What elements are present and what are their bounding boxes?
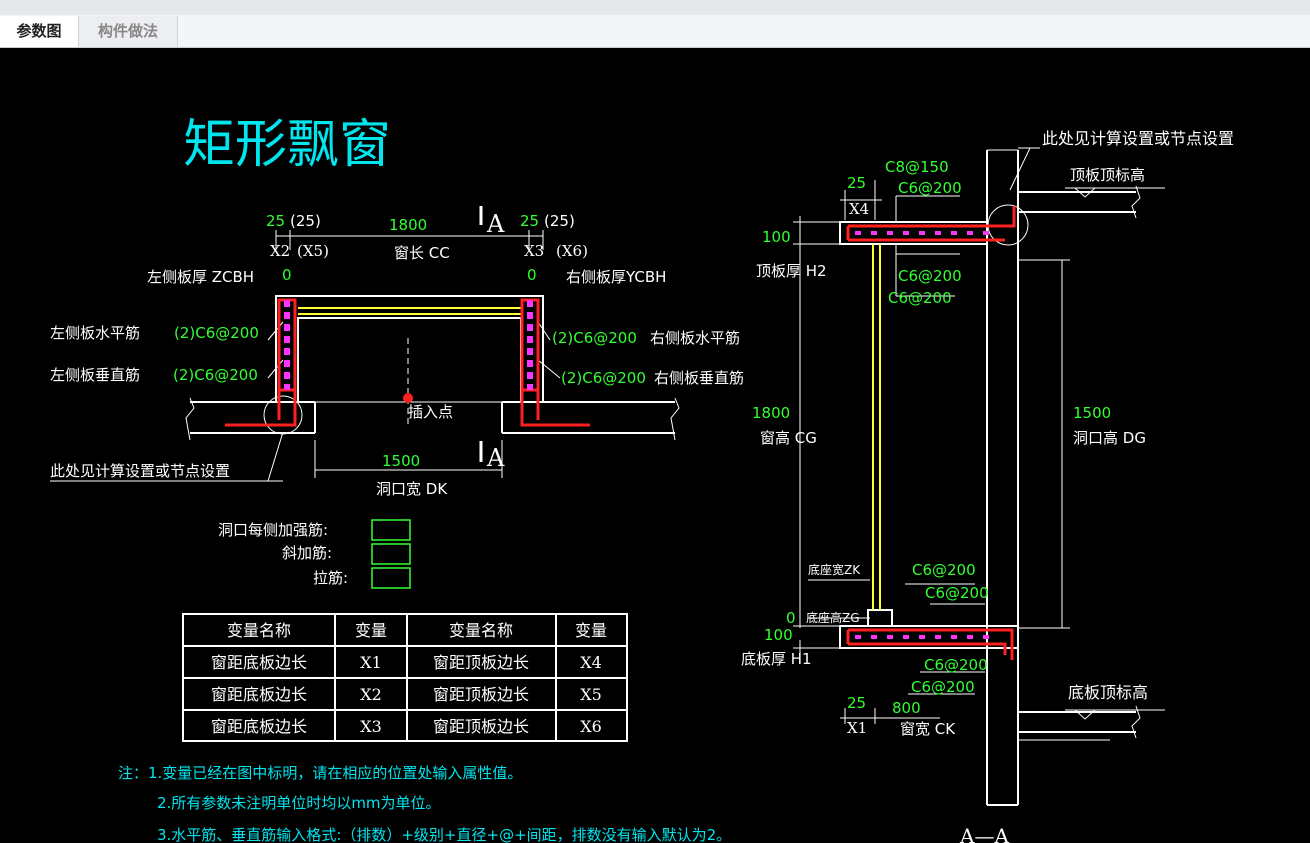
- left-horizontal-rebar-label: 左侧板水平筋: [50, 324, 140, 342]
- opening-height-label: 洞口高 DG: [1073, 429, 1146, 447]
- dim-left-25-paren: (25): [290, 212, 321, 230]
- top-c8-rebar: C8@150: [885, 158, 949, 176]
- window-length-label: 窗长 CC: [394, 244, 450, 262]
- table-cell: 窗距顶板边长: [433, 685, 529, 704]
- table-cell: X6: [580, 717, 602, 736]
- left-thickness-value: 0: [282, 266, 292, 284]
- right-vertical-rebar-value: (2)C6@200: [561, 369, 646, 387]
- top-c6-rebar-a: C6@200: [898, 179, 962, 197]
- left-vertical-rebar-value: (2)C6@200: [173, 366, 258, 384]
- left-vertical-rebar-label: 左侧板垂直筋: [50, 366, 140, 384]
- table-cell: 窗距顶板边长: [433, 653, 529, 672]
- table-header: 变量: [575, 621, 607, 640]
- var-x5: (X5): [297, 242, 329, 260]
- bottom-c6-rebar-d: C6@200: [911, 678, 975, 696]
- note-line-1: 注：1.变量已经在图中标明，请在相应的位置处输入属性值。: [118, 764, 522, 782]
- section-mark-bottom: A: [486, 444, 505, 472]
- dim-right-25: 25: [520, 212, 539, 230]
- base-height-value: 0: [786, 609, 796, 627]
- var-x2: X2: [270, 242, 290, 260]
- insert-point-label: 插入点: [408, 403, 453, 421]
- bottom-elevation-label: 底板顶标高: [1068, 683, 1148, 702]
- node-setting-note-section: 此处见计算设置或节点设置: [1042, 129, 1234, 148]
- table-cell: 窗距底板边长: [211, 717, 307, 736]
- right-thickness-value: 0: [527, 266, 537, 284]
- note-line-2: 2.所有参数未注明单位时均以mm为单位。: [157, 794, 441, 812]
- opening-height-value: 1500: [1073, 404, 1111, 422]
- bottom-c6-rebar-c: C6@200: [924, 656, 988, 674]
- bottom-thickness-label: 底板厚 H1: [741, 650, 812, 668]
- base-width-label: 底座宽ZK: [808, 562, 861, 577]
- top-elevation-label: 顶板顶标高: [1070, 166, 1145, 184]
- opening-reinforce-field[interactable]: [371, 519, 411, 541]
- dim-right-25-paren: (25): [544, 212, 575, 230]
- left-thickness-label: 左侧板厚 ZCBH: [147, 268, 254, 286]
- variable-table: 变量名称 变量 变量名称 变量 窗距底板边长 X1 窗距顶板边长 X4 窗距底板…: [182, 613, 628, 742]
- cad-drawing: 矩形飘窗 25 (25) 1800 A 25 (25) X2 (X5) 窗长 C…: [50, 115, 1234, 843]
- right-vertical-rebar-label: 右侧板垂直筋: [654, 369, 744, 387]
- table-header: 变量名称: [227, 621, 291, 640]
- table-cell: X4: [580, 653, 602, 672]
- opening-width-value: 1500: [382, 452, 420, 470]
- notes: 注：1.变量已经在图中标明，请在相应的位置处输入属性值。 2.所有参数未注明单位…: [118, 764, 731, 843]
- window-height-label: 窗高 CG: [760, 429, 817, 447]
- tab-component-method[interactable]: 构件做法: [79, 16, 178, 47]
- diagonal-rebar-label: 斜加筋:: [282, 544, 332, 562]
- note-line-3: 3.水平筋、垂直筋输入格式:（排数）+级别+直径+@+间距，排数没有输入默认为2…: [157, 826, 731, 843]
- var-x6: (X6): [556, 242, 588, 260]
- opening-width-label: 洞口宽 DK: [376, 480, 448, 498]
- node-setting-note-plan: 此处见计算设置或节点设置: [50, 462, 230, 480]
- section-mark-top: A: [486, 210, 505, 238]
- top-c6-rebar-c: C6@200: [888, 289, 952, 307]
- table-cell: X1: [360, 653, 382, 672]
- right-horizontal-rebar-value: (2)C6@200: [552, 329, 637, 347]
- tie-rebar-field[interactable]: [371, 567, 411, 589]
- section-title: A—A: [959, 824, 1009, 843]
- bottom-c6-rebar-b: C6@200: [925, 584, 989, 602]
- dim-left-25: 25: [266, 212, 285, 230]
- top-c6-rebar-b: C6@200: [898, 267, 962, 285]
- bottom-thickness-value: 100: [764, 626, 793, 644]
- plan-labels: 25 (25) 1800 A 25 (25) X2 (X5) 窗长 CC X3 …: [50, 210, 744, 498]
- right-thickness-label: 右侧板厚YCBH: [566, 268, 666, 286]
- rebar-fields: 洞口每侧加强筋: 斜加筋: 拉筋:: [218, 519, 411, 589]
- tie-rebar-label: 拉筋:: [313, 569, 348, 587]
- diagonal-rebar-field[interactable]: [371, 543, 411, 565]
- tab-bar: 参数图 构件做法: [0, 15, 1310, 48]
- drawing-title: 矩形飘窗: [183, 115, 391, 175]
- bottom-dim-25: 25: [847, 694, 866, 712]
- window-width-label: 窗宽 CK: [900, 720, 956, 738]
- table-cell: X3: [360, 717, 382, 736]
- table-header: 变量: [355, 621, 387, 640]
- table-cell: 窗距底板边长: [211, 685, 307, 704]
- table-header: 变量名称: [449, 621, 513, 640]
- opening-reinforce-label: 洞口每侧加强筋:: [218, 521, 328, 539]
- table-cell: 窗距底板边长: [211, 653, 307, 672]
- var-x1: X1: [847, 719, 867, 737]
- top-thickness-value: 100: [762, 228, 791, 246]
- table-cell: X2: [360, 685, 382, 704]
- left-horizontal-rebar-value: (2)C6@200: [174, 324, 259, 342]
- top-dim-25: 25: [847, 174, 866, 192]
- base-height-label: 底座高ZG: [806, 610, 860, 625]
- drawing-canvas: 矩形飘窗 25 (25) 1800 A 25 (25) X2 (X5) 窗长 C…: [0, 48, 1310, 843]
- table-cell: X5: [580, 685, 602, 704]
- window-height-value: 1800: [752, 404, 790, 422]
- var-x3: X3: [524, 242, 544, 260]
- dim-window-length: 1800: [389, 216, 427, 234]
- window-top-strip: [0, 0, 1310, 15]
- right-horizontal-rebar-label: 右侧板水平筋: [650, 329, 740, 347]
- tab-parameter-diagram[interactable]: 参数图: [0, 16, 79, 47]
- top-thickness-label: 顶板厚 H2: [756, 262, 827, 280]
- bottom-c6-rebar-a: C6@200: [912, 561, 976, 579]
- var-x4: X4: [849, 200, 869, 218]
- window-width-value: 800: [892, 699, 921, 717]
- table-cell: 窗距顶板边长: [433, 717, 529, 736]
